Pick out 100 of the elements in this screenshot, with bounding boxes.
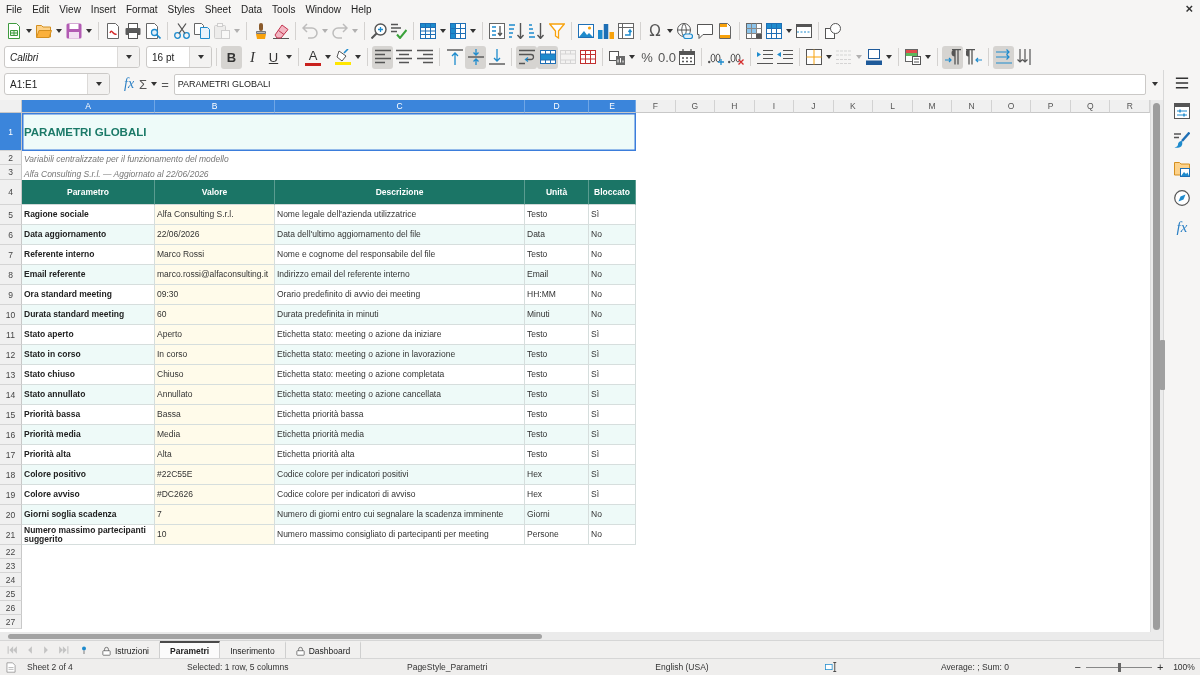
- column-header[interactable]: C: [275, 100, 525, 113]
- pivot-table-icon[interactable]: [618, 23, 634, 39]
- caret-down-icon[interactable]: [629, 55, 635, 59]
- sheet-tab[interactable]: Parametri: [160, 641, 221, 658]
- row-header[interactable]: 3: [0, 165, 22, 180]
- menu-item[interactable]: Tools: [267, 0, 301, 18]
- table-columns-icon[interactable]: [450, 23, 466, 39]
- indent-increase-icon[interactable]: [757, 49, 774, 65]
- caret-down-icon[interactable]: [355, 55, 361, 59]
- row-header[interactable]: 19: [0, 485, 22, 505]
- caret-down-icon[interactable]: [56, 29, 62, 33]
- column-header[interactable]: L: [873, 100, 913, 113]
- calendar-icon[interactable]: [679, 49, 696, 65]
- caret-down-icon[interactable]: [886, 55, 893, 59]
- row-header[interactable]: 2: [0, 151, 22, 165]
- percent-format-button[interactable]: %: [637, 45, 657, 69]
- functions-tab[interactable]: fx: [1176, 219, 1188, 235]
- properties-icon[interactable]: [1174, 103, 1190, 119]
- printer-icon[interactable]: [125, 23, 141, 39]
- menu-item[interactable]: View: [54, 0, 86, 18]
- row-header[interactable]: 5: [0, 205, 22, 225]
- row-header[interactable]: 12: [0, 345, 22, 365]
- row-header[interactable]: 23: [0, 559, 22, 573]
- align-left-button[interactable]: [372, 45, 393, 69]
- row-header[interactable]: 16: [0, 425, 22, 445]
- column-header[interactable]: N: [952, 100, 992, 113]
- column-header[interactable]: H: [715, 100, 755, 113]
- menu-item[interactable]: Help: [346, 0, 377, 18]
- indent-decrease-icon[interactable]: [777, 49, 794, 65]
- row-header[interactable]: 10: [0, 305, 22, 325]
- menu-item[interactable]: Insert: [85, 0, 121, 18]
- document-icon[interactable]: [105, 23, 121, 39]
- row-header[interactable]: 26: [0, 601, 22, 615]
- table-rows-icon[interactable]: [420, 23, 436, 39]
- caret-down-icon[interactable]: [95, 82, 102, 86]
- row-header[interactable]: 20: [0, 505, 22, 525]
- row-header[interactable]: 14: [0, 385, 22, 405]
- conditional-format-icon[interactable]: [905, 49, 922, 65]
- wrap-text-button[interactable]: [516, 45, 537, 69]
- row-header[interactable]: 6: [0, 225, 22, 245]
- italic-button[interactable]: I: [242, 45, 263, 69]
- close-button[interactable]: ×: [1179, 0, 1199, 18]
- row-header[interactable]: 15: [0, 405, 22, 425]
- borders-icon[interactable]: [806, 49, 823, 65]
- caret-down-icon[interactable]: [86, 29, 92, 33]
- bold-button[interactable]: B: [221, 45, 242, 69]
- caret-down-icon[interactable]: [470, 29, 476, 33]
- selection-mode-icon[interactable]: [823, 661, 839, 673]
- text-horizontal-button[interactable]: [993, 45, 1015, 69]
- function-wizard-button[interactable]: fx: [121, 73, 138, 95]
- border-color-icon[interactable]: [866, 49, 883, 65]
- row-header[interactable]: 1: [0, 113, 22, 151]
- paragraph-ltr-button[interactable]: [942, 45, 964, 69]
- menu-item[interactable]: Edit: [27, 0, 55, 18]
- copy-icon[interactable]: [194, 23, 210, 39]
- column-header[interactable]: F: [636, 100, 676, 113]
- row-header[interactable]: 4: [0, 180, 22, 205]
- caret-down-icon[interactable]: [125, 55, 132, 59]
- sort-descending-icon[interactable]: [529, 23, 545, 39]
- print-preview-icon[interactable]: [145, 23, 161, 39]
- row-header[interactable]: 25: [0, 587, 22, 601]
- find-replace-icon[interactable]: [371, 23, 387, 39]
- row-header[interactable]: 21: [0, 525, 22, 545]
- column-header[interactable]: J: [794, 100, 834, 113]
- column-header[interactable]: G: [675, 100, 716, 113]
- column-header[interactable]: P: [1031, 100, 1071, 113]
- menu-icon[interactable]: [1175, 76, 1189, 90]
- sidebar-handle[interactable]: [1160, 340, 1165, 390]
- caret-down-icon[interactable]: [26, 29, 32, 33]
- menu-item[interactable]: Window: [300, 0, 346, 18]
- row-header[interactable]: 7: [0, 245, 22, 265]
- document-header-icon[interactable]: [717, 23, 733, 39]
- sort-icon[interactable]: [489, 23, 505, 39]
- split-window-icon[interactable]: [796, 23, 812, 39]
- number-format-icon[interactable]: [609, 49, 625, 65]
- unmerge-cells-icon[interactable]: [580, 49, 596, 65]
- bar-chart-icon[interactable]: [598, 23, 614, 39]
- hyperlink-icon[interactable]: [677, 23, 693, 39]
- column-header[interactable]: E: [589, 100, 636, 113]
- column-header[interactable]: O: [991, 100, 1032, 113]
- paintbrush-icon[interactable]: [253, 23, 269, 39]
- align-middle-button[interactable]: [465, 45, 486, 69]
- font-name-field[interactable]: Calibri: [4, 46, 140, 68]
- compass-icon[interactable]: [1174, 190, 1190, 206]
- caret-down-icon[interactable]: [925, 55, 932, 59]
- menu-item[interactable]: Format: [120, 0, 163, 18]
- menu-item[interactable]: Sheet: [199, 0, 236, 18]
- eraser-icon[interactable]: [273, 23, 289, 39]
- column-header[interactable]: K: [833, 100, 874, 113]
- menu-item[interactable]: Styles: [162, 0, 200, 18]
- column-header[interactable]: R: [1110, 100, 1150, 113]
- column-header[interactable]: A: [22, 100, 155, 113]
- caret-down-icon[interactable]: [197, 55, 204, 59]
- number-format-button[interactable]: 0.0: [657, 45, 678, 69]
- caret-down-icon[interactable]: [286, 55, 292, 59]
- brush-icon[interactable]: [1174, 132, 1190, 148]
- caret-down-icon[interactable]: [325, 55, 331, 59]
- sum-button[interactable]: Σ: [137, 73, 150, 95]
- spellcheck-icon[interactable]: [391, 23, 407, 39]
- special-character-button[interactable]: Ω: [645, 19, 665, 43]
